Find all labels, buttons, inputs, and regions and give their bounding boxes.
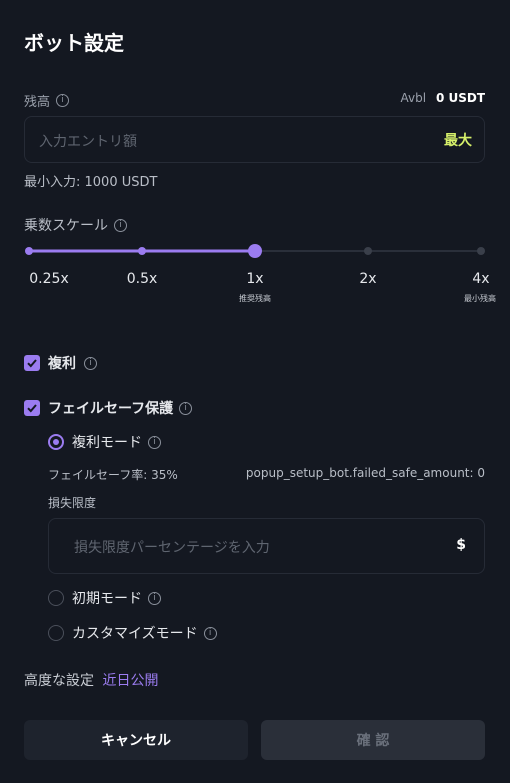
page-title: ボット設定 — [24, 31, 124, 55]
failsafe-rate: フェイルセーフ率: 35% — [48, 468, 178, 482]
info-icon[interactable]: i — [114, 218, 127, 232]
coming-soon-link[interactable]: 近日公開 — [102, 673, 158, 689]
tick-label[interactable]: 4x — [451, 271, 510, 287]
multiplier-label: 乗数スケール — [24, 218, 108, 234]
failsafe-option[interactable]: フェイルセーフ保護 i — [24, 398, 193, 418]
tick-label[interactable]: 0.5x — [112, 271, 172, 287]
info-icon[interactable]: i — [56, 94, 70, 107]
compound-label: 複利 — [48, 356, 76, 372]
mode-initial[interactable]: 初期モード i — [48, 588, 161, 608]
info-icon[interactable]: i — [148, 435, 161, 449]
info-icon[interactable]: i — [179, 401, 193, 415]
amount-input-placeholder: 入力エントリ額 — [39, 134, 137, 150]
avbl-label: Avbl — [400, 91, 427, 105]
failsafe-label: フェイルセーフ保護 — [48, 401, 174, 417]
advanced-label: 高度な設定 — [24, 673, 94, 689]
slider-handle[interactable] — [248, 244, 262, 258]
loss-limit-input[interactable]: 損失限度パーセンテージを入力 $ — [48, 518, 485, 574]
slider-stop-3[interactable] — [364, 247, 372, 255]
tick-label[interactable]: 2x — [338, 271, 398, 287]
mode-label: 初期モード — [72, 591, 142, 607]
mode-compound[interactable]: 複利モード i — [48, 432, 161, 452]
compound-option[interactable]: 複利 i — [24, 353, 97, 373]
check-icon — [27, 359, 37, 368]
radio-unselected[interactable] — [48, 625, 64, 641]
radio-selected[interactable] — [48, 434, 64, 450]
advanced-settings: 高度な設定 近日公開 — [24, 670, 158, 690]
slider-track — [25, 244, 485, 258]
mode-label: カスタマイズモード — [72, 626, 198, 642]
info-icon[interactable]: i — [84, 356, 97, 370]
info-icon[interactable]: i — [148, 591, 161, 605]
info-icon[interactable]: i — [203, 626, 217, 640]
slider-stop-1[interactable] — [138, 247, 146, 255]
max-button[interactable]: 最大 — [444, 130, 472, 150]
failsafe-checkbox[interactable] — [24, 400, 40, 416]
slider-stop-0[interactable] — [25, 247, 33, 255]
loss-limit-placeholder: 損失限度パーセンテージを入力 — [74, 540, 270, 556]
min-input-text: 最小入力: 1000 USDT — [24, 175, 158, 190]
mode-label: 複利モード — [72, 435, 142, 451]
check-icon — [27, 404, 37, 413]
cancel-button[interactable]: キャンセル — [24, 720, 248, 760]
multiplier-label-row: 乗数スケール i — [24, 215, 127, 235]
multiplier-slider[interactable] — [24, 240, 486, 262]
slider-stop-4[interactable] — [477, 247, 485, 255]
amount-input[interactable]: 入力エントリ額 最大 — [24, 116, 485, 163]
tick-note-minimum: 最小残高 — [464, 294, 496, 303]
compound-checkbox[interactable] — [24, 355, 40, 371]
currency-symbol: $ — [456, 537, 466, 553]
tick-label[interactable]: 1x — [225, 271, 285, 287]
failsafe-amount: popup_setup_bot.failed_safe_amount: 0 — [245, 466, 485, 480]
avbl-value: 0 USDT — [435, 91, 485, 105]
tick-label[interactable]: 0.25x — [19, 271, 79, 287]
balance-label-row: 残高 i — [24, 91, 70, 110]
balance-label: 残高 — [24, 95, 51, 110]
confirm-button[interactable]: 確 認 — [261, 720, 485, 760]
mode-custom[interactable]: カスタマイズモード i — [48, 623, 217, 643]
available-balance: Avbl 0 USDT — [401, 91, 485, 105]
loss-limit-label: 損失限度 — [48, 496, 97, 510]
radio-unselected[interactable] — [48, 590, 64, 606]
tick-note-recommended: 推奨残高 — [239, 294, 271, 303]
